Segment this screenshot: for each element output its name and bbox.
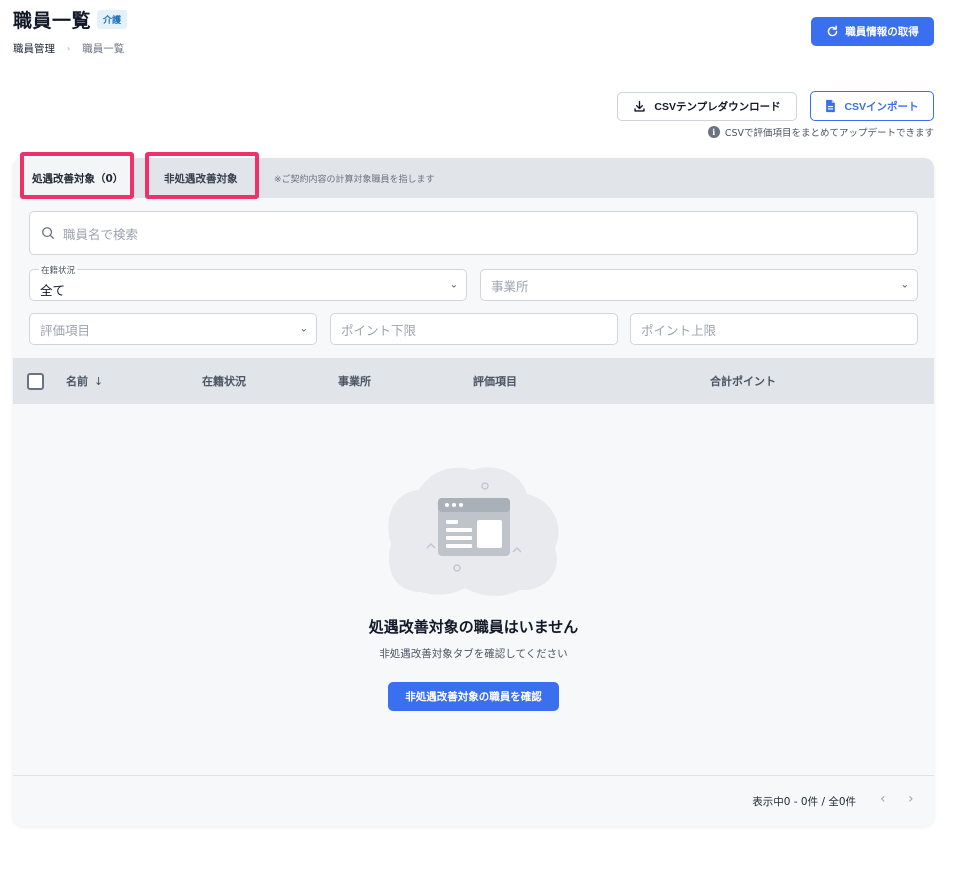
fetch-staff-button[interactable]: 職員情報の取得 [811,17,934,46]
search-placeholder: 職員名で検索 [63,226,139,242]
pagination-summary: 表示中0 - 0件 / 全0件 [752,796,856,808]
table-header: 名前 ↓ 在籍状況 事業所 評価項目 合計ポイント [13,358,934,404]
page-title: 職員一覧 [13,10,92,32]
office-select-placeholder: 事業所 [491,278,529,294]
empty-state-title: 処遇改善対象の職員はいません [368,618,579,636]
status-select-label: 在籍状況 [39,264,78,276]
table-footer: 表示中0 - 0件 / 全0件 ‹ › [13,775,934,826]
csv-note-text: CSVで評価項目をまとめてアップデートできます [724,128,934,139]
tab-note: ※ご契約内容の計算対象職員を指します [274,174,435,185]
point-min-input[interactable]: ポイント下限 [330,313,618,345]
csv-import-button[interactable]: CSVインポート [810,91,934,121]
chevron-down-icon: ⌄ [299,323,308,335]
breadcrumb: 職員管理 › 職員一覧 [13,41,124,56]
csv-template-download-label: CSVテンプレダウンロード [654,101,781,113]
csv-import-label: CSVインポート [844,100,919,113]
csv-note: i CSVで評価項目をまとめてアップデートできます [707,125,934,139]
chevron-right-icon[interactable]: › [908,791,914,807]
view-non-target-staff-button[interactable]: 非処遇改善対象の職員を確認 [388,682,559,711]
highlight-box-non-target-tab [145,152,259,199]
office-select[interactable]: 事業所 ⌄ [480,269,918,301]
fetch-staff-label: 職員情報の取得 [845,26,919,38]
chevron-down-icon: ⌄ [449,279,458,291]
empty-list-illustration [388,467,559,596]
column-name-label: 名前 [66,375,88,388]
highlight-box-target-tab [20,152,134,199]
column-header-name[interactable]: 名前 ↓ [66,358,103,404]
column-header-status: 在籍状況 [202,375,246,388]
breadcrumb-separator-icon: › [67,44,71,53]
download-icon [634,100,646,112]
column-header-total-points: 合計ポイント [710,375,776,388]
service-badge: 介護 [97,10,128,29]
select-all-checkbox[interactable] [27,373,44,390]
point-max-placeholder: ポイント上限 [641,322,717,338]
status-select[interactable]: 在籍状況 全て ⌄ [29,264,467,301]
csv-template-download-button[interactable]: CSVテンプレダウンロード [617,92,797,121]
refresh-icon [827,25,838,37]
title-row: 職員一覧 介護 [13,6,128,33]
file-icon [826,99,836,113]
info-icon: i [707,126,720,138]
chevron-left-icon[interactable]: ‹ [880,791,886,807]
sort-arrow-icon: ↓ [94,374,104,388]
search-input[interactable]: 職員名で検索 [29,211,918,255]
empty-state-subtitle: 非処遇改善対象タブを確認してください [379,648,568,660]
column-header-evaluation-item: 評価項目 [473,375,517,388]
page: 職員一覧 介護 職員管理 › 職員一覧 職員情報の取得 CSVテンプレダウンロー… [0,0,976,873]
empty-state: 処遇改善対象の職員はいません 非処遇改善対象タブを確認してください 非処遇改善対… [13,404,934,775]
search-icon [42,227,54,239]
breadcrumb-item-current: 職員一覧 [82,43,125,55]
chevron-down-icon: ⌄ [900,279,909,291]
point-max-input[interactable]: ポイント上限 [630,313,918,345]
evaluation-item-select[interactable]: 評価項目 ⌄ [29,313,317,345]
evaluation-item-placeholder: 評価項目 [40,322,91,338]
status-select-value: 全て [40,282,66,298]
staff-card: 処遇改善対象（0） 非処遇改善対象 ※ご契約内容の計算対象職員を指します 職員名… [13,158,934,826]
column-header-office: 事業所 [338,375,371,388]
point-min-placeholder: ポイント下限 [341,322,417,338]
breadcrumb-item-staff-management[interactable]: 職員管理 [13,41,55,56]
